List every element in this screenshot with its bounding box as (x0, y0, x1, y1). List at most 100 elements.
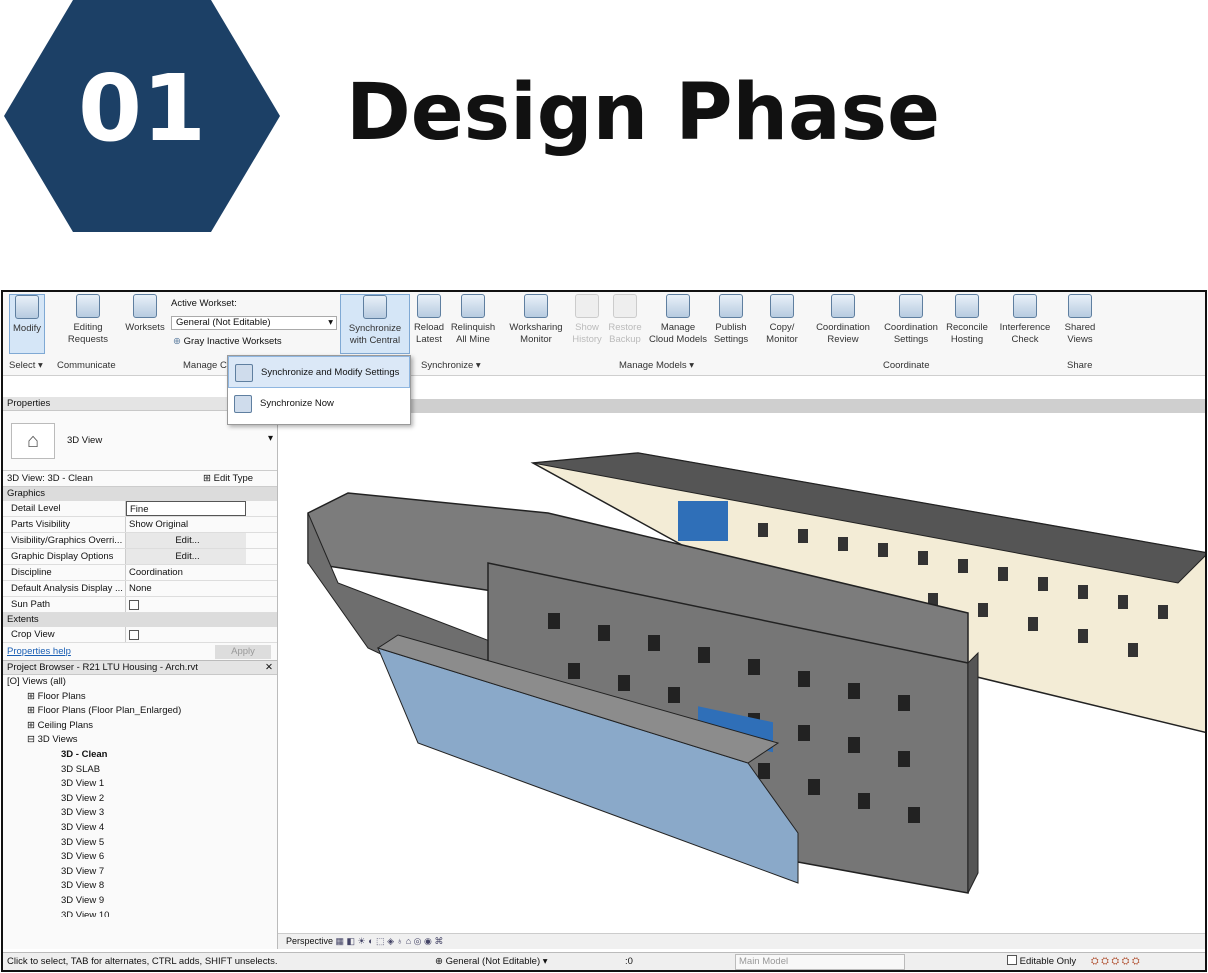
editable-only-toggle[interactable]: Editable Only (1007, 953, 1076, 970)
publish-settings-button[interactable]: Publish Settings (711, 294, 751, 354)
shared-views-button[interactable]: Shared Views (1061, 294, 1099, 354)
monitor-icon (524, 294, 548, 318)
tree-item[interactable]: 3D View 9 (3, 894, 277, 909)
tree-item[interactable]: ⊞ Ceiling Plans (3, 719, 277, 734)
section-number: 01 (77, 55, 207, 162)
synchronize-icon (363, 295, 387, 319)
synchronize-now-item[interactable]: Synchronize Now (228, 388, 410, 420)
chevron-down-icon: ▾ (267, 433, 273, 444)
tree-item[interactable]: ⊟ 3D Views (3, 733, 277, 748)
worksets-small-icon: ⊕ (173, 336, 181, 347)
relinquish-icon (461, 294, 485, 318)
building-model (307, 452, 1205, 894)
property-row: Parts Visibility Show Original (3, 517, 277, 533)
tree-item[interactable]: ⊞ Floor Plans (Floor Plan_Enlarged) (3, 704, 277, 719)
copy-monitor-button[interactable]: Copy/Monitor (759, 294, 805, 354)
panel-share: Share (1067, 360, 1093, 371)
reload-latest-button[interactable]: Reload Latest (411, 294, 447, 354)
property-row: Crop View (3, 627, 277, 643)
cloud-models-icon (666, 294, 690, 318)
tree-item-selected[interactable]: 3D - Clean (3, 748, 277, 763)
selection-filter-icons[interactable]: ⛭ ⛭ ⛭ ⛭ ⛭ (1091, 953, 1140, 970)
coordination-settings-button[interactable]: Coordination Settings (879, 294, 943, 354)
panel-coordinate: Coordinate (883, 360, 930, 371)
synchronize-and-modify-settings-item[interactable]: Synchronize and Modify Settings (228, 356, 410, 388)
cursor-icon (15, 295, 39, 319)
project-browser-tree: [O] Views (all) ⊞ Floor Plans ⊞ Floor Pl… (3, 675, 277, 917)
history-icon (575, 294, 599, 318)
property-row: Discipline Coordination (3, 565, 277, 581)
synchronize-with-central-button[interactable]: Synchronize with Central (340, 294, 410, 354)
3d-view-canvas[interactable] (278, 413, 1205, 938)
property-row: Graphic Display Options Edit... (3, 549, 277, 565)
worksets-icon (133, 294, 157, 318)
view-control-bar: Perspective ▦ ◧ ☀ ◐ ⬚ ◈ ♁ ⌂ ◎ ◉ ⌘ (278, 933, 1205, 949)
coordination-review-button[interactable]: Coordination Review (811, 294, 875, 354)
apply-button[interactable]: Apply (215, 645, 271, 659)
editing-requests-button[interactable]: Editing Requests (63, 294, 113, 354)
extents-section[interactable]: Extents (3, 613, 277, 627)
relinquish-all-mine-button[interactable]: Relinquish All Mine (448, 294, 498, 354)
tree-item[interactable]: 3D View 7 (3, 865, 277, 880)
reconcile-hosting-icon (955, 294, 979, 318)
modify-button[interactable]: Modify (9, 294, 45, 354)
property-row: Visibility/Graphics Overri... Edit... (3, 533, 277, 549)
tree-item[interactable]: 3D View 2 (3, 792, 277, 807)
sun-path-checkbox[interactable] (129, 600, 139, 610)
interference-check-button[interactable]: Interference Check (995, 294, 1055, 354)
tree-item[interactable]: 3D SLAB (3, 763, 277, 778)
status-workset-select[interactable]: ⊕ General (Not Editable) ▾ (435, 953, 548, 970)
ribbon-toolbar: Modify Editing Requests Worksets Active W… (3, 292, 1205, 376)
tree-item[interactable]: 3D View 4 (3, 821, 277, 836)
close-icon[interactable]: ✕ (265, 661, 273, 675)
tree-item[interactable]: 3D View 3 (3, 806, 277, 821)
edit-button[interactable]: Edit... (126, 549, 246, 564)
synchronize-dropdown-menu: Synchronize and Modify Settings Synchron… (227, 355, 411, 425)
crop-view-checkbox[interactable] (129, 630, 139, 640)
reload-icon (417, 294, 441, 318)
reconcile-hosting-button[interactable]: Reconcile Hosting (943, 294, 991, 354)
instance-selector[interactable]: 3D View: 3D - Clean ⊞ Edit Type (3, 471, 277, 487)
tree-item[interactable]: 3D View 1 (3, 777, 277, 792)
panel-select[interactable]: Select ▾ (9, 360, 43, 371)
graphics-section[interactable]: Graphics (3, 487, 277, 501)
worksets-button[interactable]: Worksets (123, 294, 167, 354)
status-hint: Click to select, TAB for alternates, CTR… (7, 956, 278, 967)
restore-backup-button[interactable]: Restore Backup (606, 294, 644, 354)
panel-manage-collaboration: Manage C (183, 360, 227, 371)
tree-item[interactable]: 3D View 6 (3, 850, 277, 865)
manage-cloud-models-button[interactable]: Manage Cloud Models (646, 294, 710, 354)
panel-manage-models[interactable]: Manage Models ▾ (619, 360, 694, 371)
show-history-button[interactable]: Show History (571, 294, 603, 354)
collapse-icon: ⊟ (27, 734, 38, 746)
worksharing-monitor-button[interactable]: Worksharing Monitor (506, 294, 566, 354)
page-title: Design Phase (346, 68, 940, 158)
status-bar: Click to select, TAB for alternates, CTR… (3, 952, 1205, 970)
expand-icon: ⊞ (27, 690, 38, 702)
tree-item[interactable]: 3D View 5 (3, 836, 277, 851)
edit-type-button[interactable]: ⊞ Edit Type (203, 471, 253, 487)
interference-check-icon (1013, 294, 1037, 318)
3d-view-icon: ⌂ (11, 423, 55, 459)
shared-views-icon (1068, 294, 1092, 318)
tree-item[interactable]: 3D View 8 (3, 879, 277, 894)
view-control-icons[interactable]: ▦ ◧ ☀ ◐ ⬚ ◈ ♁ ⌂ ◎ ◉ ⌘ (336, 936, 444, 946)
tree-item[interactable]: ⊞ Floor Plans (3, 690, 277, 705)
property-row: Default Analysis Display ... None (3, 581, 277, 597)
active-workset-select[interactable]: General (Not Editable) ▾ (171, 316, 337, 330)
gray-inactive-worksets-button[interactable]: ⊕ Gray Inactive Worksets (173, 336, 282, 347)
property-row: Sun Path (3, 597, 277, 613)
left-panel: Properties ⌂ 3D View ▾ 3D View: 3D - Cle… (3, 397, 278, 949)
revit-screenshot: Modify Editing Requests Worksets Active W… (1, 290, 1207, 972)
copy-monitor-icon (770, 294, 794, 318)
tree-item[interactable]: [O] Views (all) (3, 675, 277, 690)
properties-help-link[interactable]: Properties help (7, 646, 71, 657)
view-tab-strip (278, 399, 1205, 413)
design-option-select[interactable]: Main Model (735, 954, 905, 970)
tree-item[interactable]: 3D View 10 (3, 909, 277, 917)
expand-icon: ⊞ (27, 719, 38, 731)
edit-button[interactable]: Edit... (126, 533, 246, 548)
front-wing-east-end (967, 651, 979, 894)
active-workset-label: Active Workset: (171, 298, 237, 309)
panel-synchronize[interactable]: Synchronize ▾ (421, 360, 481, 371)
